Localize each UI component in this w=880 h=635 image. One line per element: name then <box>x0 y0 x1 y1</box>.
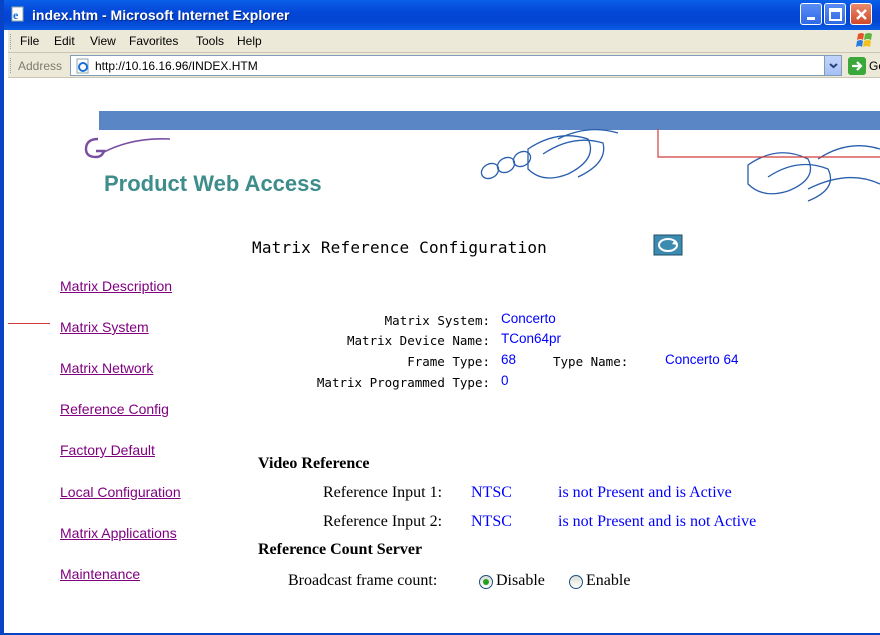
ref-input-1-status: is not Present and is Active <box>558 484 732 501</box>
address-url: http://10.16.16.96/INDEX.HTM <box>95 59 258 73</box>
page-title: Matrix Reference Configuration <box>252 238 547 257</box>
address-dropdown-button[interactable] <box>824 56 841 75</box>
refresh-icon[interactable] <box>653 234 683 256</box>
browser-window: e index.htm - Microsoft Internet Explore… <box>0 0 880 635</box>
menu-bar: File Edit View Favorites Tools Help <box>8 30 880 53</box>
nav-factory-default[interactable]: Factory Default <box>60 442 155 458</box>
address-input[interactable]: http://10.16.16.96/INDEX.HTM <box>70 55 842 76</box>
ref-input-1-standard: NTSC <box>471 484 512 501</box>
ie-page-icon <box>76 58 89 74</box>
nav-matrix-system[interactable]: Matrix System <box>60 319 149 335</box>
header-band <box>99 111 880 130</box>
window-title: index.htm - Microsoft Internet Explorer <box>32 7 290 23</box>
nav-matrix-description[interactable]: Matrix Description <box>60 278 172 294</box>
toolbar-grip <box>10 34 13 49</box>
menu-help[interactable]: Help <box>237 34 262 48</box>
grass-valley-logo <box>84 137 171 159</box>
frame-type-value: 68 <box>501 352 517 367</box>
menu-edit[interactable]: Edit <box>54 34 75 48</box>
enable-option-label: Enable <box>586 572 631 589</box>
matrix-device-label: Matrix Device Name: <box>347 333 490 348</box>
toolbar-grip <box>10 58 13 73</box>
programmed-type-label: Matrix Programmed Type: <box>316 375 490 390</box>
nav-marker <box>8 323 50 324</box>
matrix-system-value: Concerto <box>501 311 556 326</box>
chevron-down-icon <box>829 63 838 69</box>
ref-input-2-label: Reference Input 2: <box>323 513 443 530</box>
menu-view[interactable]: View <box>90 34 116 48</box>
nav-local-configuration[interactable]: Local Configuration <box>60 484 181 500</box>
frame-type-label: Frame Type: <box>407 354 490 369</box>
menu-tools[interactable]: Tools <box>196 34 224 48</box>
broadcast-frame-count-label: Broadcast frame count: <box>288 572 438 589</box>
matrix-system-label: Matrix System: <box>384 313 490 328</box>
go-label: Go <box>869 59 880 73</box>
maximize-icon <box>829 8 842 21</box>
menu-favorites[interactable]: Favorites <box>129 34 178 48</box>
programmed-type-value: 0 <box>501 373 509 388</box>
nav-reference-config[interactable]: Reference Config <box>60 401 169 417</box>
minimize-icon <box>807 17 815 20</box>
nav-matrix-applications[interactable]: Matrix Applications <box>60 525 177 541</box>
disable-option-label: Disable <box>496 572 545 589</box>
address-bar: Address http://10.16.16.96/INDEX.HTM Go <box>8 53 880 78</box>
type-name-label: Type Name: <box>553 354 629 369</box>
ref-input-1-label: Reference Input 1: <box>323 484 443 501</box>
maximize-button[interactable] <box>824 3 846 25</box>
close-button[interactable] <box>850 3 872 25</box>
menu-file[interactable]: File <box>20 34 39 48</box>
windows-logo-icon <box>852 31 878 52</box>
go-arrow-icon <box>848 57 866 75</box>
nav-maintenance[interactable]: Maintenance <box>60 566 140 582</box>
minimize-button[interactable] <box>800 3 822 25</box>
ref-input-2-standard: NTSC <box>471 513 512 530</box>
header-decoration <box>480 129 880 202</box>
type-name-value: Concerto 64 <box>665 352 739 367</box>
svg-text:e: e <box>13 8 19 22</box>
close-icon <box>856 9 867 20</box>
matrix-device-value: TCon64pr <box>501 331 562 346</box>
title-bar: e index.htm - Microsoft Internet Explore… <box>4 0 880 30</box>
ie-page-icon: e <box>11 6 24 22</box>
go-button[interactable]: Go <box>848 56 880 76</box>
enable-radio[interactable] <box>569 575 583 589</box>
ref-input-2-status: is not Present and is not Active <box>558 513 757 530</box>
address-label: Address <box>18 59 63 73</box>
disable-radio[interactable] <box>479 575 493 589</box>
video-reference-heading: Video Reference <box>258 455 370 472</box>
count-server-heading: Reference Count Server <box>258 541 423 558</box>
product-title: Product Web Access <box>104 171 322 196</box>
nav-matrix-network[interactable]: Matrix Network <box>60 360 153 376</box>
page-content: Product Web Access Matrix Reference Conf… <box>8 79 880 633</box>
